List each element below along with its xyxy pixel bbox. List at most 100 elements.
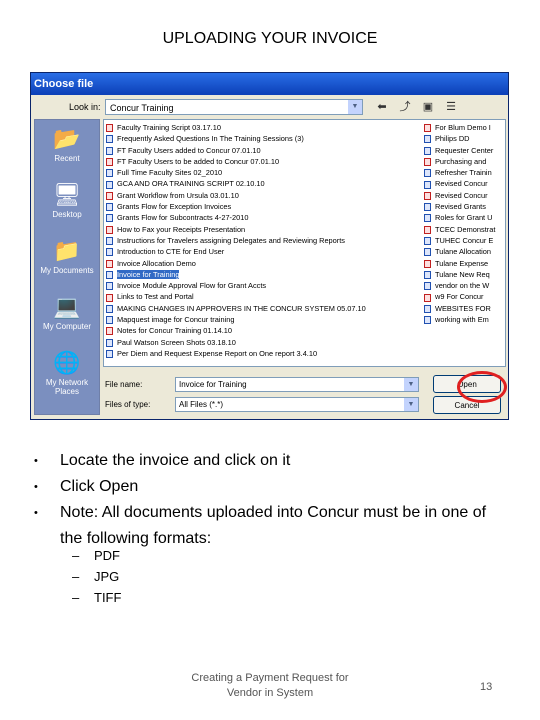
- file-name: MAKING CHANGES IN APPROVERS IN THE CONCU…: [117, 303, 366, 313]
- place-label: My Computer: [42, 322, 91, 331]
- file-item[interactable]: TCEC Demonstrat: [424, 224, 504, 235]
- file-item[interactable]: Instructions for Travelers assigning Del…: [106, 235, 416, 246]
- file-icon: [424, 316, 431, 325]
- up-folder-icon[interactable]: ⤴: [396, 99, 414, 115]
- instruction-list: • Locate the invoice and click on it • Cli…: [30, 448, 510, 552]
- place-network[interactable]: 🌐 My Network Places: [35, 350, 99, 396]
- file-item[interactable]: Roles for Grant U: [424, 212, 504, 223]
- file-name-value: Invoice for Training: [179, 380, 247, 389]
- file-type-select[interactable]: All Files (*.*) ▼: [175, 397, 419, 412]
- file-item[interactable]: Tulane Allocation: [424, 246, 504, 257]
- place-desktop[interactable]: 🖥 Desktop: [35, 182, 99, 219]
- file-type-value: All Files (*.*): [179, 400, 224, 409]
- file-name: How to Fax your Receipts Presentation: [117, 224, 246, 234]
- file-name: Grants Flow for Exception Invoices: [117, 202, 232, 212]
- file-name: Full Time Faculty Sites 02_2010: [117, 168, 223, 178]
- chevron-down-icon[interactable]: ▼: [404, 398, 418, 411]
- file-column-2: For Blum Demo I Philips DD Requester Cente…: [424, 122, 504, 325]
- file-item[interactable]: FT Faculty Users to be added to Concur 0…: [106, 156, 416, 167]
- file-name: Invoice Module Approval Flow for Grant A…: [117, 281, 267, 291]
- new-folder-icon[interactable]: ▣: [419, 99, 437, 115]
- file-name-input[interactable]: Invoice for Training ▼: [175, 377, 419, 392]
- chevron-down-icon[interactable]: ▼: [348, 100, 362, 114]
- file-icon: [106, 225, 113, 234]
- file-item[interactable]: w9 For Concur: [424, 291, 504, 302]
- file-item[interactable]: WEBSITES FOR: [424, 303, 504, 314]
- place-label: My Documents: [40, 266, 94, 275]
- page-number: 13: [480, 681, 493, 693]
- file-name: TCEC Demonstrat: [435, 224, 496, 234]
- place-label: Desktop: [52, 210, 82, 219]
- file-item[interactable]: For Blum Demo I: [424, 122, 504, 133]
- file-item[interactable]: Revised Concur: [424, 178, 504, 189]
- file-item[interactable]: Grants Flow for Exception Invoices: [106, 201, 416, 212]
- file-item[interactable]: GCA AND ORA TRAINING SCRIPT 02.10.10: [106, 178, 416, 189]
- file-item[interactable]: Per Diem and Request Expense Report on O…: [106, 348, 416, 359]
- place-my-documents[interactable]: 📁 My Documents: [35, 238, 99, 275]
- file-icon: [424, 248, 431, 257]
- file-item[interactable]: MAKING CHANGES IN APPROVERS IN THE CONCU…: [106, 303, 416, 314]
- file-item[interactable]: Invoice Module Approval Flow for Grant A…: [106, 280, 416, 291]
- view-menu-icon[interactable]: ☰: [442, 99, 460, 115]
- file-item[interactable]: Frequently Asked Questions In The Traini…: [106, 133, 416, 144]
- file-name: w9 For Concur: [435, 292, 484, 302]
- file-icon: [106, 135, 113, 144]
- place-label: Recent: [54, 154, 80, 163]
- file-column-1: Faculty Training Script 03.17.10 Frequent…: [106, 122, 416, 359]
- file-item[interactable]: Philips DD: [424, 133, 504, 144]
- file-item[interactable]: Refresher Trainin: [424, 167, 504, 178]
- file-list[interactable]: Faculty Training Script 03.17.10 Frequent…: [103, 119, 506, 367]
- file-icon: [424, 293, 431, 302]
- file-item[interactable]: Grant Workflow from Ursula 03.01.10: [106, 190, 416, 201]
- file-item[interactable]: Full Time Faculty Sites 02_2010: [106, 167, 416, 178]
- file-name: Grant Workflow from Ursula 03.01.10: [117, 190, 239, 200]
- file-name: Roles for Grant U: [435, 213, 493, 223]
- file-name: Links to Test and Portal: [117, 292, 194, 302]
- file-item[interactable]: Revised Grants: [424, 201, 504, 212]
- file-item[interactable]: Mapquest image for Concur training: [106, 314, 416, 325]
- place-recent[interactable]: 📂 Recent: [35, 126, 99, 163]
- file-item[interactable]: Revised Concur: [424, 190, 504, 201]
- format-list: – PDF – JPG – TIFF: [72, 545, 121, 608]
- file-item[interactable]: Invoice for Training: [106, 269, 416, 280]
- slide-title: UPLOADING YOUR INVOICE: [162, 30, 378, 47]
- file-item[interactable]: TUHEC Concur E: [424, 235, 504, 246]
- file-name: Requester Center: [435, 145, 494, 155]
- file-item[interactable]: Faculty Training Script 03.17.10: [106, 122, 416, 133]
- file-item[interactable]: Paul Watson Screen Shots 03.18.10: [106, 337, 416, 348]
- file-icon: [106, 180, 113, 189]
- desktop-icon: 🖥: [53, 182, 81, 207]
- file-name: Tulane Allocation: [435, 247, 492, 257]
- file-icon: [106, 157, 113, 166]
- file-item[interactable]: Notes for Concur Training 01.14.10: [106, 325, 416, 336]
- file-icon: [106, 338, 113, 347]
- file-icon: [424, 124, 431, 133]
- file-item[interactable]: Grants Flow for Subcontracts 4-27-2010: [106, 212, 416, 223]
- chevron-down-icon[interactable]: ▼: [404, 378, 418, 391]
- format-item: – JPG: [72, 566, 121, 587]
- file-item[interactable]: FT Faculty Users added to Concur 07.01.1…: [106, 145, 416, 156]
- file-name: Refresher Trainin: [435, 168, 492, 178]
- file-item[interactable]: Invoice Allocation Demo: [106, 258, 416, 269]
- dialog-title: Choose file: [31, 73, 508, 95]
- file-item[interactable]: Links to Test and Portal: [106, 291, 416, 302]
- file-item[interactable]: working with Em: [424, 314, 504, 325]
- file-item[interactable]: How to Fax your Receipts Presentation: [106, 224, 416, 235]
- file-item[interactable]: Purchasing and: [424, 156, 504, 167]
- look-in-value: Concur Training: [110, 103, 174, 113]
- file-name: GCA AND ORA TRAINING SCRIPT 02.10.10: [117, 179, 265, 189]
- file-icon: [424, 180, 431, 189]
- file-item[interactable]: Tulane Expense: [424, 258, 504, 269]
- place-my-computer[interactable]: 💻 My Computer: [35, 294, 99, 331]
- file-item[interactable]: Requester Center: [424, 145, 504, 156]
- file-item[interactable]: Tulane New Req: [424, 269, 504, 280]
- open-button-highlight-circle: [457, 371, 507, 403]
- file-icon: [106, 282, 113, 291]
- file-name: Paul Watson Screen Shots 03.18.10: [117, 337, 236, 347]
- file-item[interactable]: vendor on the W: [424, 280, 504, 291]
- back-icon[interactable]: ⬅: [373, 99, 391, 115]
- network-places-icon: 🌐: [53, 350, 81, 375]
- file-item[interactable]: Introduction to CTE for End User: [106, 246, 416, 257]
- look-in-select[interactable]: Concur Training ▼: [105, 99, 363, 115]
- file-icon: [106, 191, 113, 200]
